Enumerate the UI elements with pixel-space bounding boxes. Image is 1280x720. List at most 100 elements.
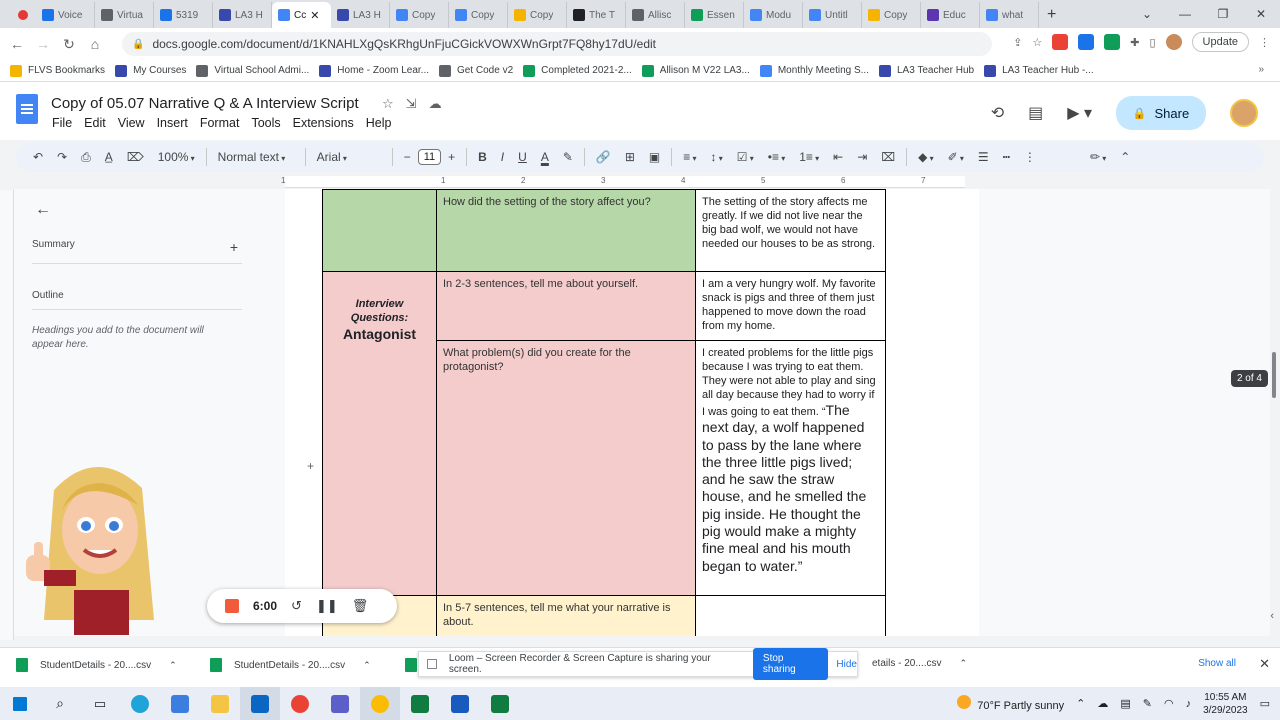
comments-icon[interactable]: ▤ — [1028, 103, 1043, 123]
share-page-icon[interactable]: ⇪ — [1013, 36, 1022, 49]
horizontal-ruler[interactable]: 1 1 2 3 4 5 6 7 — [281, 176, 965, 188]
setting-answer-cell[interactable]: The setting of the story affects me grea… — [695, 189, 886, 272]
url-field[interactable]: 🔒 docs.google.com/document/d/1KNAHLXgQsK… — [122, 32, 992, 56]
browser-tab[interactable]: Virtua — [95, 2, 154, 28]
close-tab-icon[interactable]: ✕ — [310, 9, 319, 22]
account-avatar[interactable] — [1230, 99, 1258, 127]
insert-image-icon[interactable]: ▣ — [642, 150, 667, 164]
setting-question-cell[interactable]: How did the setting of the story affect … — [436, 189, 696, 272]
antagonist-label-cell[interactable]: Interview Questions: Antagonist — [322, 271, 437, 596]
browser-tab[interactable]: Untitl — [803, 2, 862, 28]
file-explorer-icon[interactable] — [200, 687, 240, 720]
delete-icon[interactable]: 🗑 — [352, 598, 369, 614]
bookmark-item[interactable]: My Courses — [115, 64, 186, 77]
line-spacing-icon[interactable]: ↕ — [704, 150, 730, 164]
bookmark-item[interactable]: Get Code v2 — [439, 64, 513, 77]
chevron-up-icon[interactable]: ⌃ — [363, 660, 371, 671]
align-icon[interactable]: ≡ — [676, 150, 703, 164]
answer-cell[interactable]: I am a very hungry wolf. My favorite sna… — [695, 271, 886, 341]
extensions-puzzle-icon[interactable]: ✚ — [1130, 36, 1139, 49]
add-row-icon[interactable]: + — [307, 459, 314, 473]
extension-icon[interactable] — [1104, 34, 1121, 50]
decrease-indent-icon[interactable]: ⇤ — [826, 150, 850, 164]
chrome-icon[interactable] — [360, 687, 400, 720]
add-comment-icon[interactable]: ⊞ — [618, 150, 642, 164]
undo-icon[interactable]: ↶ — [26, 150, 50, 164]
download-item[interactable]: StudentDetails - 20....csv ⌃ — [16, 658, 177, 672]
font-select[interactable]: Arial — [310, 150, 388, 164]
answer-cell[interactable] — [695, 595, 886, 636]
document-canvas[interactable]: ← Summary + Outline Headings you add to … — [14, 189, 1270, 636]
cloud-status-icon[interactable]: ☁ — [429, 96, 442, 112]
tab-search-icon[interactable]: ⌄ — [1128, 0, 1166, 28]
profile-avatar[interactable] — [1165, 34, 1182, 50]
question-cell[interactable]: What problem(s) did you create for the p… — [436, 340, 696, 596]
editing-mode-icon[interactable]: ✏ — [1083, 150, 1113, 164]
cell-background-icon[interactable]: ◆ — [911, 150, 940, 164]
star-icon[interactable]: ☆ — [382, 96, 394, 112]
download-item[interactable]: StudentDetails - 20....csv ⌃ — [210, 658, 371, 672]
start-button[interactable] — [0, 687, 40, 720]
restart-icon[interactable]: ↺ — [291, 598, 302, 614]
clock[interactable]: 10:55 AM 3/29/2023 — [1203, 691, 1248, 717]
style-select[interactable]: Normal text — [211, 150, 301, 164]
bookmark-item[interactable]: Allison M V22 LA3... — [641, 64, 750, 77]
numbered-list-icon[interactable]: 1≡ — [792, 150, 826, 164]
bookmark-star-icon[interactable]: ☆ — [1032, 36, 1042, 49]
collapse-menus-icon[interactable]: ⌃ — [1113, 150, 1137, 164]
menu-edit[interactable]: Edit — [78, 116, 112, 130]
menu-insert[interactable]: Insert — [151, 116, 194, 130]
italic-icon[interactable]: I — [494, 150, 511, 164]
edge-icon[interactable] — [120, 687, 160, 720]
browser-tab[interactable]: Copy — [390, 2, 449, 28]
excel-icon[interactable] — [400, 687, 440, 720]
browser-tab[interactable]: 5319 — [154, 2, 213, 28]
version-history-icon[interactable]: ⟲ — [991, 103, 1004, 123]
add-summary-icon[interactable]: + — [230, 239, 238, 255]
document-title[interactable]: Copy of 05.07 Narrative Q & A Interview … — [51, 95, 359, 112]
forward-icon[interactable]: → — [30, 36, 56, 52]
more-options-icon[interactable]: ⋮ — [1017, 150, 1043, 164]
meet-camera-icon[interactable]: ▶ ▾ — [1067, 103, 1092, 123]
hide-banner-link[interactable]: Hide — [836, 659, 857, 670]
menu-format[interactable]: Format — [194, 116, 246, 130]
redo-icon[interactable]: ↷ — [50, 150, 74, 164]
browser-tab[interactable]: Copy — [449, 2, 508, 28]
docs-logo-icon[interactable] — [16, 94, 38, 124]
browser-tab[interactable]: The T — [567, 2, 626, 28]
browser-tab[interactable]: Modu — [744, 2, 803, 28]
home-icon[interactable]: ⌂ — [82, 36, 108, 52]
maximize-icon[interactable]: ❐ — [1204, 0, 1242, 28]
browser-tab[interactable]: Essen — [685, 2, 744, 28]
text-color-icon[interactable]: A — [534, 150, 556, 164]
bookmark-item[interactable]: Virtual School Admi... — [196, 64, 309, 77]
outlook-icon[interactable] — [240, 687, 280, 720]
chevron-up-icon[interactable]: ⌃ — [959, 658, 967, 669]
border-width-icon[interactable]: ☰ — [971, 150, 996, 164]
browser-tab[interactable]: Voice — [36, 2, 95, 28]
question-cell[interactable]: In 5-7 sentences, tell me what your narr… — [436, 595, 696, 636]
browser-tab[interactable]: LA3 H — [213, 2, 272, 28]
browser-tab[interactable]: Cc ✕ — [272, 2, 331, 28]
underline-icon[interactable]: U — [511, 150, 534, 164]
explore-chevron-icon[interactable]: ‹ — [1270, 610, 1274, 622]
task-view-icon[interactable]: ▭ — [80, 687, 120, 720]
chrome-menu-icon[interactable]: ⋮ — [1259, 36, 1270, 49]
border-dash-icon[interactable]: ┅ — [996, 150, 1017, 164]
bold-icon[interactable]: B — [471, 150, 494, 164]
new-tab-button[interactable]: + — [1047, 6, 1056, 28]
insert-link-icon[interactable]: 🔗 — [589, 150, 618, 164]
wifi-icon[interactable]: ◠ — [1164, 697, 1174, 710]
setting-label-cell[interactable] — [322, 189, 437, 272]
menu-extensions[interactable]: Extensions — [287, 116, 360, 130]
notifications-icon[interactable]: ▭ — [1260, 697, 1270, 710]
teams-icon[interactable] — [320, 687, 360, 720]
bookmark-item[interactable]: Completed 2021-2... — [523, 64, 632, 77]
update-button[interactable]: Update — [1191, 32, 1249, 52]
move-folder-icon[interactable]: ⇲ — [406, 96, 417, 112]
tray-chevron-icon[interactable]: ⌃ — [1076, 697, 1085, 710]
bookmark-item[interactable]: LA3 Teacher Hub -... — [984, 64, 1094, 77]
bookmark-item[interactable]: Home - Zoom Lear... — [319, 64, 429, 77]
extension-icon[interactable] — [1052, 34, 1069, 50]
increase-indent-icon[interactable]: ⇥ — [850, 150, 874, 164]
